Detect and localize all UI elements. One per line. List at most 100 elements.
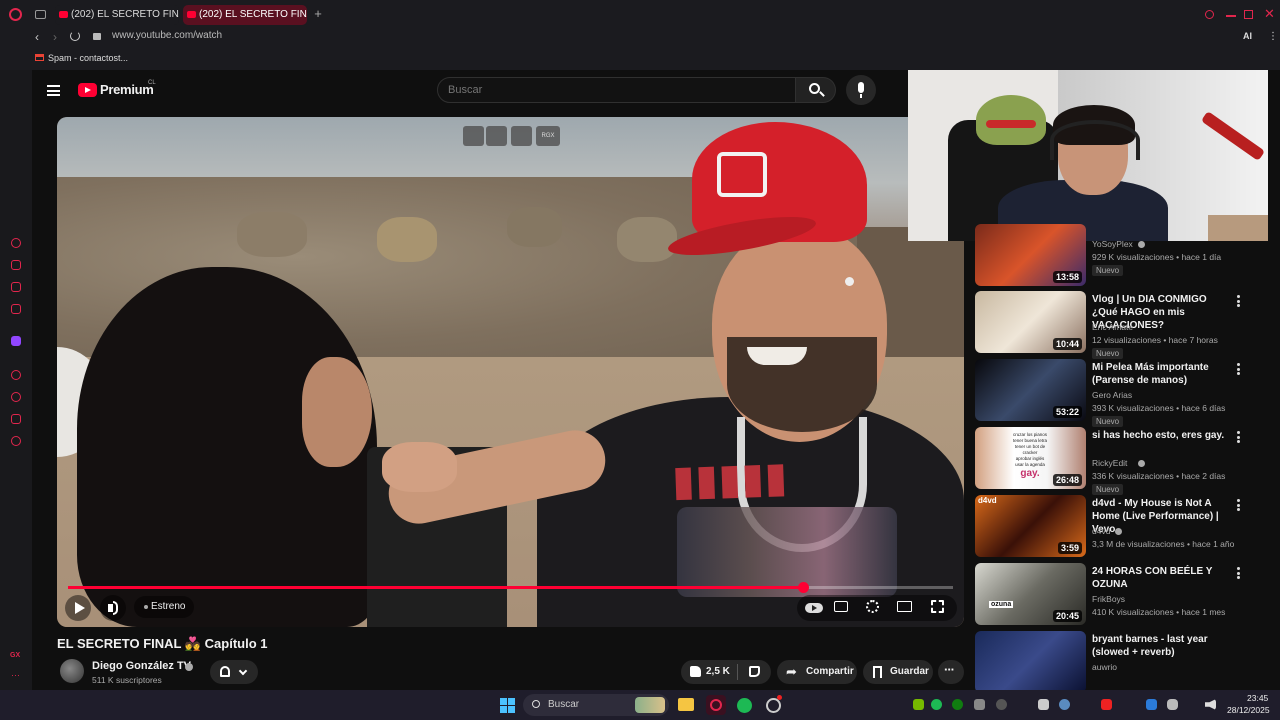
reload-icon[interactable]: [70, 31, 80, 41]
player-icon[interactable]: [11, 370, 21, 380]
settings-icon[interactable]: [11, 436, 21, 446]
close-window-button[interactable]: ✕: [1264, 6, 1275, 22]
voice-search-button[interactable]: [846, 75, 876, 105]
save-button[interactable]: Guardar: [863, 660, 933, 684]
video-thumbnail[interactable]: 10:44: [975, 291, 1086, 353]
subscribe-bell-button[interactable]: [210, 660, 258, 684]
hamburger-menu-icon[interactable]: [47, 85, 60, 96]
taskbar-search[interactable]: Buscar: [523, 694, 669, 716]
tray-recorder-icon[interactable]: [1101, 699, 1112, 710]
more-options-icon[interactable]: [1237, 295, 1240, 307]
tray-obs-icon[interactable]: [996, 699, 1007, 710]
ai-button[interactable]: AI: [1243, 31, 1252, 41]
forward-icon[interactable]: ›: [53, 30, 57, 44]
snap-icon[interactable]: [486, 126, 507, 146]
video-thumbnail[interactable]: [975, 631, 1086, 690]
more-options-icon[interactable]: [1237, 567, 1240, 579]
channel-avatar[interactable]: [60, 659, 84, 683]
aria-icon[interactable]: [11, 238, 21, 248]
recommendation-title[interactable]: Mi Pelea Más importante (Parense de mano…: [1092, 361, 1232, 387]
discord-icon[interactable]: [766, 695, 782, 713]
video-thumbnail[interactable]: 20:45 ozuna: [975, 563, 1086, 625]
gx-corner-icon[interactable]: [11, 282, 21, 292]
more-actions-button[interactable]: ···: [938, 660, 964, 684]
settings-gear-icon[interactable]: [866, 600, 879, 613]
recommendation-channel[interactable]: auwrio: [1092, 662, 1117, 672]
theater-mode-icon[interactable]: [897, 601, 912, 612]
url-field[interactable]: www.youtube.com/watch: [112, 30, 222, 41]
video-player[interactable]: ▮▮▮▮▮ RGX Estreno: [57, 117, 964, 627]
start-icon[interactable]: [500, 698, 515, 713]
recommendation-card[interactable]: 53:22 Mi Pelea Más importante (Parense de…: [975, 359, 1245, 427]
spotify-icon[interactable]: [737, 698, 752, 713]
back-icon[interactable]: ‹: [35, 30, 39, 44]
workspace-icon[interactable]: [11, 260, 21, 270]
dislike-button[interactable]: [742, 660, 770, 684]
subtitles-icon[interactable]: [834, 601, 848, 612]
recommendation-channel[interactable]: Gero Arias: [1092, 390, 1132, 400]
video-thumbnail[interactable]: 3:59 d4vd: [975, 495, 1086, 557]
more-options-icon[interactable]: [1237, 499, 1240, 511]
recommendation-card[interactable]: 13:58 YoSoyPlex 929 K visualizaciones • ha…: [975, 224, 1245, 288]
recommendation-card[interactable]: 26:48 cruzar los pianos tener buena letra t…: [975, 427, 1245, 495]
maximize-button[interactable]: [1244, 10, 1253, 19]
tab-island-icon[interactable]: [35, 10, 46, 19]
recommendation-card[interactable]: 3:59 d4vd d4vd - My House is Not A Home (L…: [975, 495, 1245, 559]
youtube-logo-icon[interactable]: [78, 83, 97, 97]
more-icon[interactable]: ···: [11, 670, 20, 680]
search-tabs-icon[interactable]: [1205, 10, 1214, 19]
search-button[interactable]: [796, 77, 836, 103]
recommendation-card[interactable]: 10:44 Vlog | Un DIA CONMIGO ¿Qué HAGO en …: [975, 291, 1245, 359]
autoplay-toggle[interactable]: [805, 603, 823, 613]
tray-app-icon[interactable]: [974, 699, 985, 710]
skip-icon[interactable]: [511, 126, 532, 146]
volume-button[interactable]: [100, 595, 126, 621]
messenger-icon[interactable]: [11, 304, 21, 314]
bookmark-spam[interactable]: Spam - contactost...: [48, 53, 128, 63]
share-button[interactable]: ➦ Compartir: [777, 660, 857, 684]
more-options-icon[interactable]: [1237, 363, 1240, 375]
tray-discord-icon[interactable]: [1038, 699, 1049, 710]
recommendation-title[interactable]: bryant barnes - last year (slowed + reve…: [1092, 633, 1232, 659]
recommendation-channel[interactable]: YoSoyPlex: [1092, 239, 1133, 249]
tray-steam-icon[interactable]: [1059, 699, 1070, 710]
tray-audio-icon[interactable]: [1205, 699, 1216, 710]
tray-nvidia-icon[interactable]: [913, 699, 924, 710]
extensions-icon[interactable]: [11, 414, 21, 424]
menu-icon[interactable]: ⋮: [1268, 31, 1278, 42]
minimize-button[interactable]: [1226, 15, 1236, 17]
recommendation-channel[interactable]: d4vd: [1092, 526, 1110, 536]
opera-gx-taskbar-icon[interactable]: [706, 695, 726, 715]
recommendation-card[interactable]: 20:45 ozuna 24 HORAS CON BEÉLE Y OZUNA Frik…: [975, 563, 1245, 627]
video-thumbnail[interactable]: 53:22: [975, 359, 1086, 421]
file-explorer-icon[interactable]: [678, 698, 694, 711]
video-thumbnail[interactable]: 13:58: [975, 224, 1086, 286]
tray-spotify-icon[interactable]: [931, 699, 942, 710]
search-box[interactable]: [437, 77, 796, 103]
tray-bluetooth-icon[interactable]: [1146, 699, 1157, 710]
clock-date[interactable]: 28/12/2025: [1227, 705, 1270, 715]
rgx-button[interactable]: RGX: [536, 126, 560, 146]
recommendation-title[interactable]: 24 HORAS CON BEÉLE Y OZUNA: [1092, 565, 1232, 591]
recommendation-title[interactable]: si has hecho esto, eres gay.: [1092, 429, 1232, 442]
play-button[interactable]: [65, 595, 91, 621]
search-input[interactable]: [448, 82, 778, 98]
history-icon[interactable]: [11, 392, 21, 402]
recommendation-channel[interactable]: RickyEdit: [1092, 458, 1127, 468]
twitch-icon[interactable]: [11, 336, 21, 346]
tab-active[interactable]: (202) EL SECRETO FINAL: [183, 5, 307, 25]
opera-logo-icon[interactable]: [9, 8, 22, 21]
clock-time[interactable]: 23:45: [1247, 693, 1268, 703]
recommendation-title[interactable]: d4vd - My House is Not A Home (Live Perf…: [1092, 497, 1232, 536]
recommendation-card[interactable]: bryant barnes - last year (slowed + reve…: [975, 631, 1245, 690]
new-tab-button[interactable]: +: [311, 6, 325, 22]
recommendation-channel[interactable]: Eric Amate: [1092, 322, 1133, 332]
channel-name[interactable]: Diego González TV: [92, 660, 191, 672]
tab-inactive[interactable]: (202) EL SECRETO FINAL: [55, 5, 179, 25]
tray-mic-icon[interactable]: [1167, 699, 1178, 710]
recommendation-channel[interactable]: FrikBoys: [1092, 594, 1125, 604]
more-options-icon[interactable]: [1237, 431, 1240, 443]
popout-icon[interactable]: [463, 126, 484, 146]
like-button[interactable]: 2,5 K: [681, 660, 736, 684]
progress-knob[interactable]: [798, 582, 809, 593]
